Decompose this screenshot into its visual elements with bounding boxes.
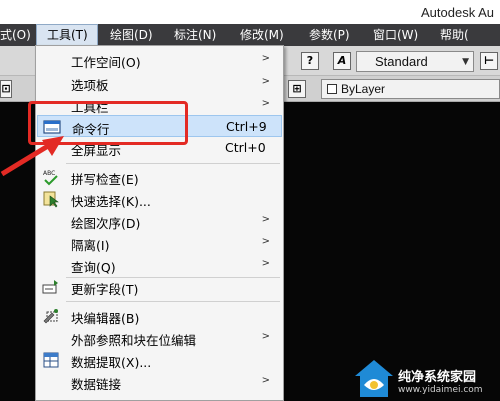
menu-item-label: 拼写检查(E) [71,172,139,187]
menu-item-label: 快速选择(K)... [71,194,151,209]
menu-item-label: 数据提取(X)... [71,355,152,370]
menu-separator [66,163,280,164]
menu-item-label: 数据链接 [71,377,122,392]
block-editor-icon [42,307,60,325]
data-extraction-icon [42,351,60,369]
title-bar: Autodesk Au [0,0,500,24]
menu-item-update-fields[interactable]: 更新字段(T) [37,276,282,298]
menu-item-shortcut: Ctrl+0 [225,140,266,155]
help-icon[interactable]: ? [301,52,319,70]
menu-modify[interactable]: 修改(M) [240,24,284,46]
chevron-right-icon: > [261,258,270,269]
annotation-arrow-icon [0,136,64,177]
layer-value: ByLayer [341,82,386,96]
chevron-right-icon: > [261,375,270,386]
menu-help[interactable]: 帮助( [440,24,469,46]
chevron-right-icon: > [261,236,270,247]
menu-draw[interactable]: 绘图(D) [110,24,153,46]
menu-item-spell-check[interactable]: ABC 拼写检查(E) [37,166,282,188]
menu-item-draw-order[interactable]: 绘图次序(D) > [37,210,282,232]
chevron-right-icon: > [261,53,270,64]
menu-item-label: 更新字段(T) [71,282,139,297]
quick-select-icon [42,190,60,208]
chevron-down-icon: ▼ [462,57,469,67]
update-fields-icon [42,278,60,296]
watermark-url: www.yidaimei.com [398,385,483,395]
layer-tool-icon[interactable]: ⊞ [288,80,306,98]
menu-item-label: 隔离(I) [71,238,110,253]
lock-icon[interactable]: ⊡ [0,80,12,98]
chevron-right-icon: > [261,331,270,342]
menu-item-label: 外部参照和块在位编辑 [71,333,197,348]
menu-item-palettes[interactable]: 选项板 > [37,72,282,94]
dim-style-icon[interactable]: ⊢ [480,52,498,70]
menu-item-label: 块编辑器(B) [71,311,140,326]
menu-item-workspaces[interactable]: 工作空间(O) > [37,49,282,71]
text-style-icon[interactable]: A [333,52,351,70]
menu-item-xref-inplace-edit[interactable]: 外部参照和块在位编辑 > [37,327,282,349]
menu-parametric[interactable]: 参数(P) [309,24,350,46]
text-style-dropdown[interactable]: Standard ▼ [356,51,474,72]
menu-item-shortcut: Ctrl+9 [226,119,267,134]
menu-item-data-extraction[interactable]: 数据提取(X)... [37,349,282,371]
chevron-right-icon: > [261,214,270,225]
menu-item-label: 查询(Q) [71,260,116,275]
text-style-value: Standard [375,54,428,69]
menu-item-data-links[interactable]: 数据链接 > [37,371,282,393]
menu-tools[interactable]: 工具(T) [36,24,98,46]
tools-menu: 工作空间(O) > 选项板 > 工具栏 > 命令行 Ctrl+9 全屏显示 Ct… [35,45,284,401]
menu-item-label: 工作空间(O) [71,55,141,70]
window-title: Autodesk Au [421,5,494,20]
chevron-right-icon: > [261,76,270,87]
menu-item-label: 绘图次序(D) [71,216,141,231]
menu-format[interactable]: 式(O) [0,24,31,46]
menu-item-isolate[interactable]: 隔离(I) > [37,232,282,254]
watermark-text: 纯净系统家园 [398,370,477,385]
color-dropdown[interactable]: ByLayer [321,79,500,99]
chevron-right-icon: > [261,98,270,109]
menu-bar: 式(O) 工具(T) 绘图(D) 标注(N) 修改(M) 参数(P) 窗口(W)… [0,24,500,46]
menu-item-quick-select[interactable]: 快速选择(K)... [37,188,282,210]
menu-item-block-editor[interactable]: 块编辑器(B) [37,305,282,327]
color-swatch [327,84,337,94]
menu-window[interactable]: 窗口(W) [373,24,418,46]
menu-separator [66,301,280,302]
menu-dimension[interactable]: 标注(N) [174,24,216,46]
house-logo-icon [355,360,393,397]
menu-item-inquiry[interactable]: 查询(Q) > [37,254,282,276]
menu-item-label: 选项板 [71,78,109,93]
